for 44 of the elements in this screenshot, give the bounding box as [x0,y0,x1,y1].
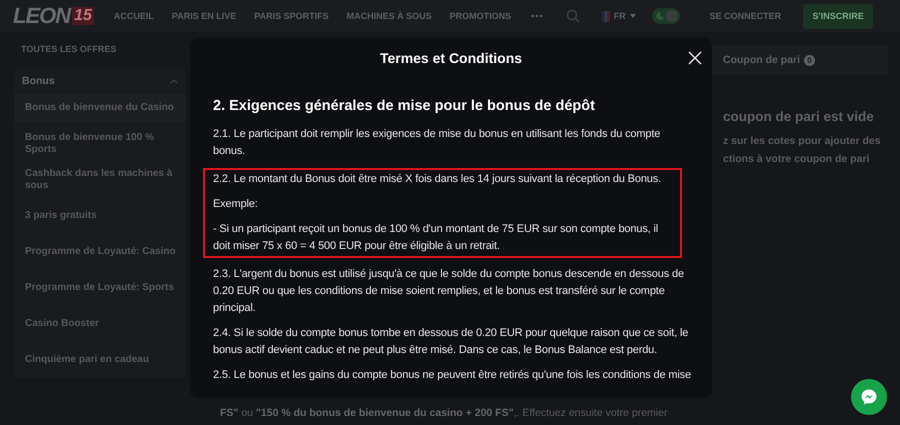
terms-paragraph: 2.5. Le bonus et les gains du compte bonus ne peuvent être retirés qu'une fois les conditions de mise [213,368,692,383]
section-title: TOUTES LES OFFRES [21,44,118,54]
coupon-title: Coupon de pari [723,54,800,66]
nav-link[interactable]: PARIS SPORTIFS [254,11,329,21]
sidebar-item[interactable]: Programme de Loyauté: Casino [15,238,185,266]
empty-title: coupon de pari est vide [723,109,875,124]
nav-link[interactable]: PARIS EN LIVE [172,11,236,21]
theme-toggle[interactable] [652,8,680,24]
sidebar-item[interactable]: Cashback dans les machines à sous [15,166,185,194]
signup-button[interactable]: S'INSCRIRE [803,4,874,28]
sidebar-item[interactable]: Bonus de bienvenue du Casino [15,94,185,122]
sidebar-item[interactable]: Cinquième pari en cadeau [15,346,185,374]
group-label: Bonus [22,75,55,87]
flag-icon [602,10,610,22]
group-header[interactable]: Bonus [14,68,186,94]
terms-paragraph: 2.1. Le participant doit remplir les exigences de mise du bonus en utilisant les fonds du compte bonus. [213,127,662,159]
nav-link[interactable]: MACHINES À SOUS [346,11,432,21]
nav-link[interactable]: PROMOTIONS [450,11,512,21]
terms-paragraph: 2.2. Le montant du Bonus doit être misé X fois dans les 14 jours suivant la réception du Bonus. [213,172,662,187]
count-badge: 0 [804,54,815,66]
sidebar-item[interactable]: Casino Booster [15,310,185,338]
sidebar-item[interactable]: 3 paris gratuits [15,202,185,230]
logo-text[interactable]: LEON [13,3,70,29]
nav-link[interactable]: ACCUEIL [114,11,154,21]
empty-message: z sur les cotes pour ajouter des [723,134,882,149]
sidebar-item[interactable]: Programme de Loyauté: Sports [15,274,185,302]
terms-paragraph: Exemple: [213,197,259,212]
chat-icon [860,388,878,406]
modal-title: Termes et Conditions [380,50,522,66]
close-button[interactable] [688,51,702,65]
sidebar-item[interactable]: Bonus de bienvenue 100 % Sports [15,130,185,158]
logo-badge: 15 [72,7,94,25]
chat-button[interactable] [851,379,887,415]
language-selector[interactable]: FR [602,10,636,22]
login-button[interactable]: SE CONNECTER [710,11,782,21]
caret-icon [630,14,636,18]
terms-paragraph: - Si un participant reçoit un bonus de 100 % d'un montant de 75 EUR sur son compte bonus, il doit miser 75 x 60 = 4 500 EUR pour être éligible à un retrait. [213,222,660,254]
offer-text: FS" ou "150 % du bonus de bienvenue du casino + 200 FS",. Effectuez ensuite votre premier [220,407,668,419]
more-menu[interactable]: ••• [531,11,544,21]
moon-icon [656,12,664,20]
empty-message: ctions à votre coupon de pari [723,152,870,167]
terms-paragraph: 2.4. Si le solde du compte bonus tombe en dessous de 0.20 EUR pour quelque raison que ce soit, le bonus actif devient caduc et ne peut plus être misé. Dans ce cas, le Bonus Balance est perdu. [213,326,690,358]
section-heading: 2. Exigences générales de mise pour le bonus de dépôt [213,98,596,114]
terms-paragraph: 2.3. L'argent du bonus est utilisé jusqu'à ce que le solde du compte bonus descende en dessous de 0.20 EUR ou que les conditions de mise soient remplies, et le bonus est transféré sur le compte principal. [213,267,685,316]
